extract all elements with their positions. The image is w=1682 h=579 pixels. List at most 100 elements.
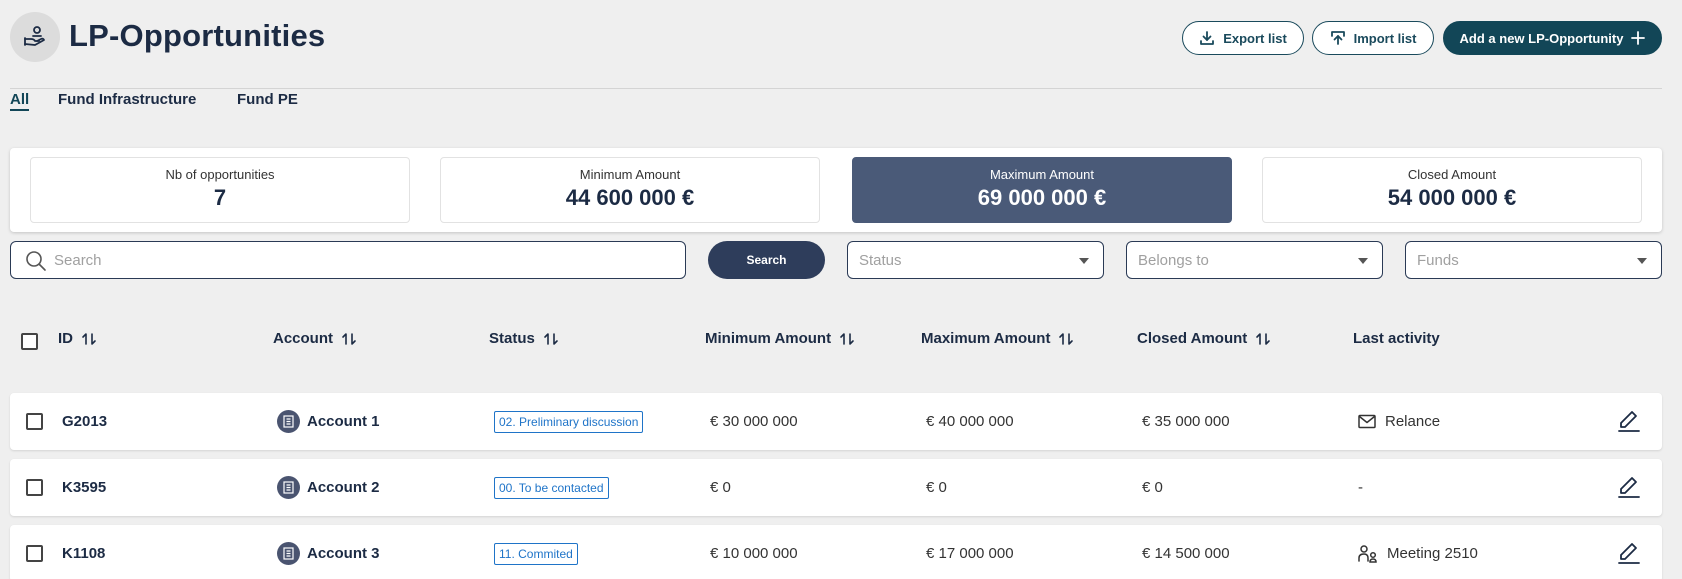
row-closed-amount: € 14 500 000 [1142,545,1230,562]
header-divider [10,88,1662,89]
table-row[interactable]: G2013 Account 1 02. Preliminary discussi… [10,393,1662,450]
table-header: ID Account Status Minimum Amount Maximum… [0,320,1682,360]
row-maximum-amount: € 40 000 000 [926,413,1014,430]
select-all-checkbox[interactable] [21,333,38,350]
row-id: K3595 [62,479,107,496]
row-closed-amount: € 0 [1142,479,1163,496]
column-header-id: ID [58,330,97,347]
people-icon [1358,544,1377,563]
funds-select-placeholder: Funds [1417,252,1459,269]
row-maximum-amount: € 17 000 000 [926,545,1014,562]
table-row[interactable]: K1108 Account 3 11. Commited € 10 000 00… [10,525,1662,579]
column-header-maximum-amount: Maximum Amount [921,330,1074,347]
search-box [10,241,686,279]
search-button[interactable]: Search [708,241,825,279]
row-last-activity: Relance [1358,393,1440,450]
chevron-down-icon [1079,258,1089,264]
row-checkbox[interactable] [26,479,43,496]
sort-icon[interactable] [839,332,855,346]
status-select[interactable]: Status [847,241,1104,279]
opportunities-logo-icon [10,12,60,62]
column-header-minimum-amount: Minimum Amount [705,330,855,347]
edit-icon[interactable] [1617,541,1641,570]
export-list-label: Export list [1223,30,1287,46]
kpi-panel: Nb of opportunities 7 Minimum Amount 44 … [10,148,1662,232]
kpi-nb-opportunities: Nb of opportunities 7 [30,157,410,223]
upload-icon [1330,31,1345,45]
column-header-label: Maximum Amount [921,330,1051,347]
tab-fund-pe[interactable]: Fund PE [237,91,298,108]
row-last-activity: Meeting 2510 [1358,525,1478,579]
row-checkbox[interactable] [26,413,43,430]
column-header-account: Account [273,330,357,347]
row-last-activity-label: Relance [1385,413,1441,430]
page-title: LP-Opportunities [69,18,326,53]
row-minimum-amount: € 10 000 000 [710,545,798,562]
column-header-closed-amount: Closed Amount [1137,330,1271,347]
filter-bar: Search Status Belongs to Funds [0,241,1682,281]
sort-icon[interactable] [341,332,357,346]
row-account[interactable]: Account 2 [277,459,380,516]
row-account-name: Account 1 [307,413,380,430]
sort-icon[interactable] [1058,332,1074,346]
row-status: 11. Commited [494,525,578,579]
mail-icon [1358,414,1376,429]
column-header-label: ID [58,330,73,347]
column-header-label: Account [273,330,333,347]
row-closed-amount: € 35 000 000 [1142,413,1230,430]
row-status: 00. To be contacted [494,459,609,516]
edit-icon[interactable] [1617,475,1641,504]
chevron-down-icon [1637,258,1647,264]
add-lp-opportunity-label: Add a new LP-Opportunity [1459,30,1624,46]
sort-icon[interactable] [81,332,97,346]
row-maximum-amount: € 0 [926,479,947,496]
sort-icon[interactable] [543,332,559,346]
import-list-button[interactable]: Import list [1312,21,1434,55]
status-select-placeholder: Status [859,252,902,269]
kpi-value: 69 000 000 € [977,185,1107,210]
kpi-label: Nb of opportunities [165,167,275,182]
row-status: 02. Preliminary discussion [494,393,644,450]
export-list-button[interactable]: Export list [1182,21,1304,55]
plus-icon [1631,31,1646,45]
chevron-down-icon [1358,258,1368,264]
edit-icon[interactable] [1617,409,1641,438]
kpi-value: 7 [213,185,227,210]
row-last-activity-label: Meeting 2510 [1387,545,1478,562]
row-minimum-amount: € 30 000 000 [710,413,798,430]
kpi-maximum-amount: Maximum Amount 69 000 000 € [852,157,1232,223]
row-id: K1108 [62,545,106,562]
page-header: LP-Opportunities Export list Import list… [0,0,1682,88]
column-header-label: Last activity [1353,330,1440,347]
funds-select[interactable]: Funds [1405,241,1662,279]
kpi-closed-amount: Closed Amount 54 000 000 € [1262,157,1642,223]
status-badge: 00. To be contacted [494,476,609,499]
tab-all[interactable]: All [10,91,30,111]
row-account[interactable]: Account 1 [277,393,380,450]
column-header-status: Status [489,330,559,347]
row-minimum-amount: € 0 [710,479,731,496]
tab-fund-infrastructure[interactable]: Fund Infrastructure [58,91,196,108]
search-input[interactable] [54,248,674,272]
building-icon [277,476,300,499]
kpi-value: 54 000 000 € [1387,185,1517,210]
belongs-to-select[interactable]: Belongs to [1126,241,1383,279]
status-badge: 11. Commited [494,542,578,565]
status-badge: 02. Preliminary discussion [494,410,644,433]
kpi-label: Minimum Amount [579,167,681,182]
row-checkbox[interactable] [26,545,43,562]
column-header-label: Status [489,330,535,347]
row-last-activity: - [1358,459,1363,516]
row-account[interactable]: Account 3 [277,525,380,579]
table-row[interactable]: K3595 Account 2 00. To be contacted € 0 … [10,459,1662,516]
building-icon [277,410,300,433]
belongs-to-select-placeholder: Belongs to [1138,252,1209,269]
column-header-label: Closed Amount [1137,330,1248,347]
sort-icon[interactable] [1255,332,1271,346]
kpi-value: 44 600 000 € [565,185,695,210]
import-list-label: Import list [1353,30,1417,46]
row-id: G2013 [62,413,108,430]
column-header-label: Minimum Amount [705,330,832,347]
add-lp-opportunity-button[interactable]: Add a new LP-Opportunity [1443,21,1662,55]
search-icon [26,251,46,271]
